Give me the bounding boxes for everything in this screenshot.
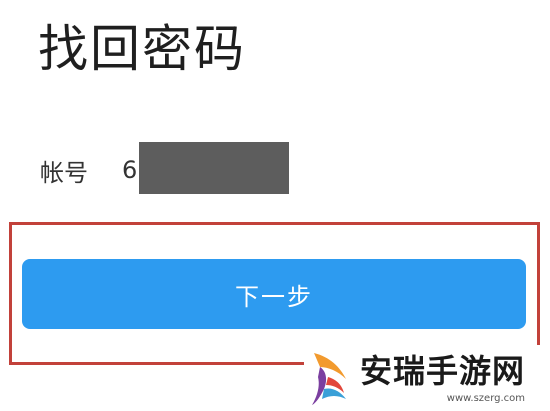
watermark-name: 安瑞手游网 (360, 352, 526, 390)
account-value-text: 6 (122, 156, 138, 184)
next-step-button[interactable]: 下一步 (22, 259, 526, 329)
watermark-url: www.szerg.com (446, 393, 526, 404)
account-value: 6 (122, 156, 137, 184)
watermark-text: 安瑞手游网 www.szerg.com (360, 351, 525, 405)
account-redaction-mask (139, 142, 289, 194)
account-row: 帐号 6 (40, 142, 137, 198)
account-label: 帐号 (40, 158, 88, 187)
watermark: 安瑞手游网 www.szerg.com (304, 345, 550, 411)
site-logo-icon (312, 353, 346, 405)
page-title: 找回密码 (38, 20, 246, 78)
